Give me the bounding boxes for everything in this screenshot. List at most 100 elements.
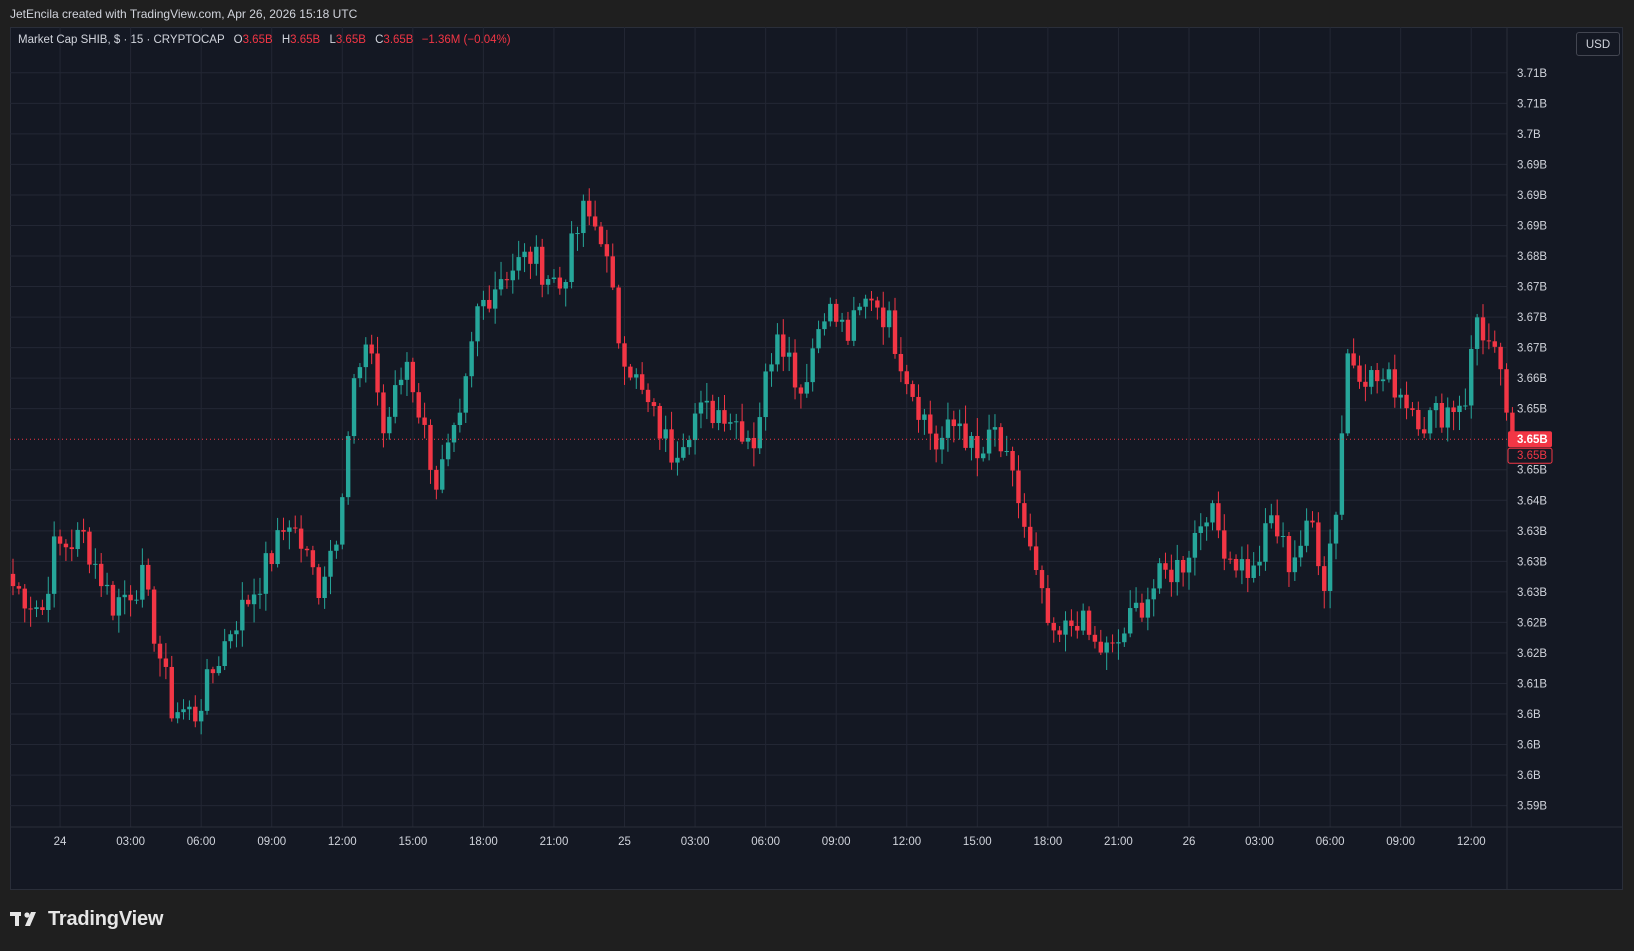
candle-body xyxy=(745,437,751,442)
candle-body xyxy=(204,669,210,711)
candle-body xyxy=(1057,630,1062,635)
candle-body xyxy=(1286,536,1292,573)
candle-up xyxy=(345,431,351,505)
candle-up xyxy=(1474,313,1480,366)
candle-down xyxy=(10,558,16,596)
candle-body xyxy=(1504,369,1509,413)
candle-up xyxy=(945,402,951,452)
candle-body xyxy=(581,200,586,234)
candle-body xyxy=(51,536,57,594)
candle-body xyxy=(981,453,986,459)
candle-up xyxy=(251,578,257,623)
candle-body xyxy=(369,344,374,354)
candle-down xyxy=(1480,304,1486,355)
candle-body xyxy=(445,442,451,460)
candle-body xyxy=(1222,530,1227,559)
candle-down xyxy=(910,380,915,402)
candle-body xyxy=(951,419,956,427)
time-tick-label: 12:00 xyxy=(328,836,357,848)
candle-up xyxy=(463,373,468,423)
candle-down xyxy=(81,518,86,544)
candle-up xyxy=(357,363,363,388)
candlestick-chart[interactable]: 3.71B 3.71B 3.7B 3.69B 3.69B 3.69B 3.68B 3.67B 3… xyxy=(10,27,1623,890)
currency-button[interactable]: USD xyxy=(1576,32,1620,56)
candle-down xyxy=(1039,565,1045,604)
candle-up xyxy=(851,296,857,347)
candle-body xyxy=(1110,642,1115,644)
candle-down xyxy=(645,383,651,413)
candle-down xyxy=(210,666,216,684)
candle-up xyxy=(775,323,780,372)
open-label: O xyxy=(233,34,243,46)
candle-body xyxy=(516,257,521,271)
candle-body xyxy=(504,279,510,281)
candle-body xyxy=(1492,341,1497,347)
candle-body xyxy=(1022,503,1027,527)
candle-up xyxy=(387,407,392,440)
price-tick-label: 3.65B xyxy=(1517,404,1547,416)
candle-body xyxy=(1322,566,1327,591)
candle-down xyxy=(892,297,898,359)
candle-body xyxy=(198,710,204,722)
candle-body xyxy=(1128,608,1133,634)
candle-body xyxy=(440,459,445,490)
time-tick-label: 06:00 xyxy=(751,836,780,848)
candle-body xyxy=(498,279,504,290)
candle-body xyxy=(1210,503,1215,523)
candle-body xyxy=(1333,514,1339,544)
candle-down xyxy=(1316,512,1321,576)
candle-up xyxy=(469,331,474,388)
candle-down xyxy=(604,229,610,273)
candle-down xyxy=(169,655,174,722)
candle-up xyxy=(857,303,862,316)
candle-up xyxy=(1433,396,1439,428)
candle-body xyxy=(1463,405,1468,407)
price-tick-label: 3.61B xyxy=(1517,678,1547,690)
candle-body xyxy=(1369,370,1374,387)
candle-up xyxy=(351,373,357,444)
candle-body xyxy=(1357,365,1362,382)
candle-body xyxy=(304,548,310,551)
candle-down xyxy=(1028,513,1033,551)
candle-up xyxy=(234,621,239,648)
time-tick-label: 09:00 xyxy=(822,836,851,848)
candle-down xyxy=(1233,554,1239,578)
candle-up xyxy=(1239,546,1245,585)
candle-body xyxy=(69,547,74,550)
candle-body xyxy=(922,414,927,420)
candle-body xyxy=(675,457,680,463)
candle-body xyxy=(487,299,492,309)
candle-body xyxy=(1486,340,1492,342)
candle-down xyxy=(669,411,674,470)
symbol-legend[interactable]: Market Cap SHIB, $ · 15 · CRYPTOCAP O 3.6… xyxy=(18,34,511,46)
candle-up xyxy=(1427,407,1433,440)
close-value: 3.65B xyxy=(383,34,414,46)
candle-body xyxy=(351,378,357,437)
candle-down xyxy=(1139,593,1145,622)
tradingview-brand[interactable]: TradingView xyxy=(10,907,163,931)
candle-body xyxy=(1245,559,1250,578)
symbol-title[interactable]: Market Cap SHIB, $ · 15 · CRYPTOCAP xyxy=(18,34,224,46)
candle-body xyxy=(422,417,427,425)
candle-body xyxy=(163,658,169,667)
candle-body xyxy=(1404,394,1409,409)
candle-down xyxy=(904,364,909,395)
price-tick-label: 3.68B xyxy=(1517,251,1547,263)
candle-down xyxy=(739,403,745,445)
candle-up xyxy=(992,414,998,447)
candle-down xyxy=(1051,617,1056,643)
candle-body xyxy=(169,666,174,719)
candle-down xyxy=(310,545,316,575)
candle-down xyxy=(1392,354,1397,408)
candle-body xyxy=(116,597,122,616)
candle-down xyxy=(1498,342,1503,386)
candle-up xyxy=(1251,552,1256,583)
candle-up xyxy=(1063,611,1068,652)
candle-body xyxy=(1010,451,1015,471)
candle-body xyxy=(569,233,574,283)
candle-up xyxy=(1186,550,1192,590)
candle-body xyxy=(1416,409,1421,430)
candle-body xyxy=(340,497,345,545)
price-tick-label: 3.69B xyxy=(1517,190,1547,202)
candle-body xyxy=(363,344,368,368)
